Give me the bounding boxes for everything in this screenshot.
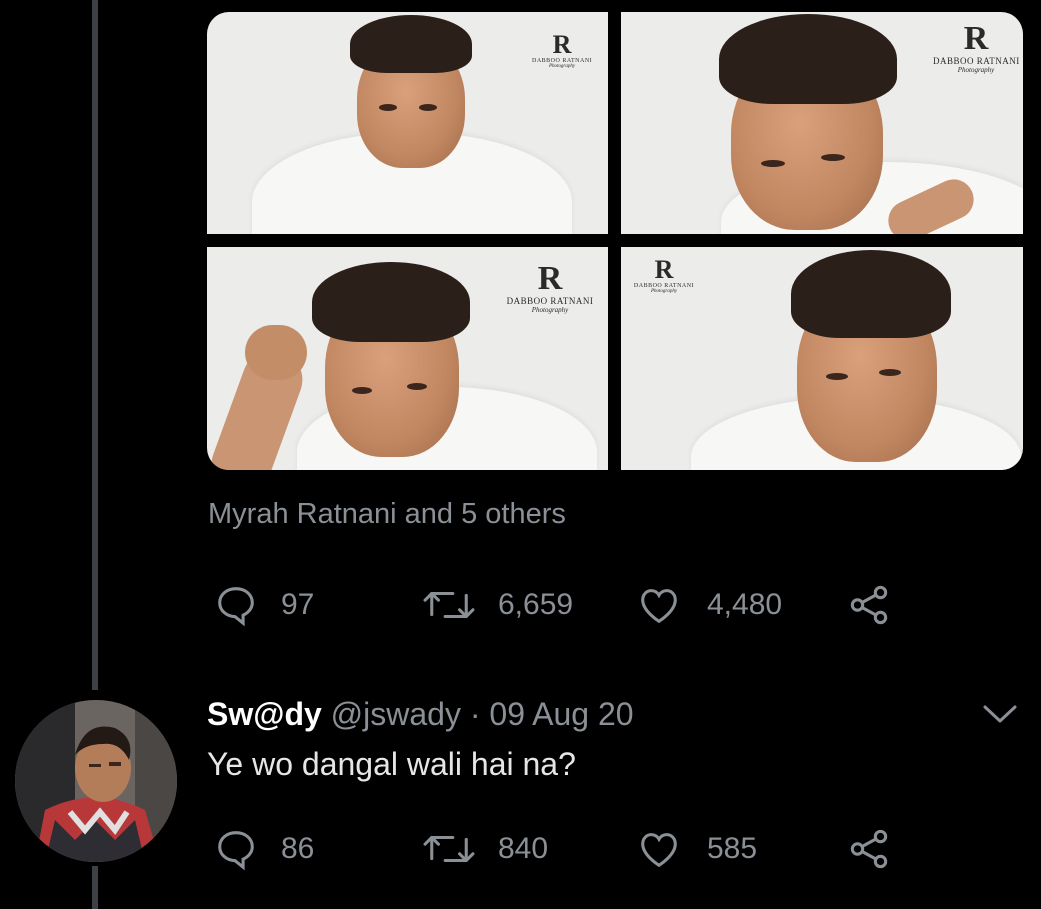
reply-display-name[interactable]: Sw@dy xyxy=(207,696,322,732)
tagged-people-link[interactable]: Myrah Ratnani and 5 others xyxy=(208,498,566,531)
share-button[interactable] xyxy=(845,582,893,628)
reply-count: 97 xyxy=(281,588,315,621)
reply-reply-button[interactable]: 86 xyxy=(213,826,314,872)
thread-line-top xyxy=(92,0,98,690)
retweet-count: 6,659 xyxy=(498,588,574,621)
reply-separator: · xyxy=(469,696,481,732)
tweet-photo-4[interactable]: R DABBOO RATNANI Photography xyxy=(621,247,1023,470)
photo-watermark: R DABBOO RATNANI Photography xyxy=(532,30,593,70)
reply-share-button[interactable] xyxy=(845,826,893,872)
more-options-button[interactable] xyxy=(980,700,1020,733)
tweet-photo-2[interactable]: R DABBOO RATNANI Photography xyxy=(621,12,1023,234)
reply-date[interactable]: 09 Aug 20 xyxy=(489,696,633,732)
reply-like-count: 585 xyxy=(707,832,758,865)
photo-watermark: R DABBOO RATNANI Photography xyxy=(506,260,594,315)
avatar[interactable] xyxy=(15,700,177,862)
like-count: 4,480 xyxy=(707,588,783,621)
tweet-media-grid: R DABBOO RATNANI Photography R DABBOO RA… xyxy=(207,12,1023,470)
tweet-photo-1[interactable]: R DABBOO RATNANI Photography xyxy=(207,12,608,234)
reply-like-button[interactable]: 585 xyxy=(635,826,757,872)
reply-handle[interactable]: @jswady xyxy=(331,696,461,732)
retweet-icon xyxy=(420,582,478,628)
reply-text: Ye wo dangal wali hai na? xyxy=(207,746,576,782)
reply-reply-count: 86 xyxy=(281,832,315,865)
reply-icon xyxy=(213,826,259,872)
reply-icon xyxy=(213,582,259,628)
reply-button[interactable]: 97 xyxy=(213,582,314,628)
photo-watermark: R DABBOO RATNANI Photography xyxy=(633,255,695,295)
reply-retweet-button[interactable]: 840 xyxy=(420,826,548,872)
retweet-icon xyxy=(420,826,478,872)
share-icon xyxy=(845,826,893,872)
like-icon xyxy=(635,582,683,628)
like-icon xyxy=(635,826,683,872)
chevron-down-icon xyxy=(980,705,1020,732)
thread-line-bottom xyxy=(92,866,98,909)
tweet-photo-3[interactable]: R DABBOO RATNANI Photography xyxy=(207,247,608,470)
photo-watermark: R DABBOO RATNANI Photography xyxy=(933,20,1020,75)
share-icon xyxy=(845,582,893,628)
reply-retweet-count: 840 xyxy=(498,832,549,865)
like-button[interactable]: 4,480 xyxy=(635,582,782,628)
reply-header: Sw@dy @jswady · 09 Aug 20 xyxy=(207,696,634,733)
retweet-button[interactable]: 6,659 xyxy=(420,582,573,628)
